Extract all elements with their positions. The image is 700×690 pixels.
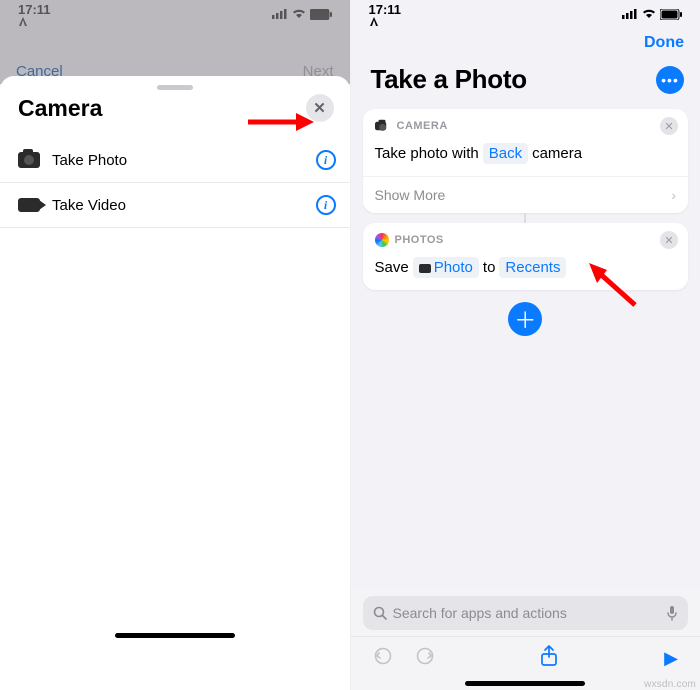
- close-icon: ✕: [664, 234, 673, 247]
- camera-icon: [419, 264, 431, 273]
- done-button[interactable]: Done: [644, 34, 684, 52]
- camera-icon: [18, 152, 40, 168]
- action-list: CAMERA ✕ Take photo with Back camera Sho…: [351, 109, 700, 336]
- show-more-button[interactable]: Show More ›: [363, 176, 689, 213]
- battery-icon: [660, 9, 682, 20]
- status-time: 17:11: [18, 2, 51, 27]
- info-icon[interactable]: i: [316, 195, 336, 215]
- run-button[interactable]: ▶: [664, 648, 678, 669]
- header: Take a Photo •••: [351, 52, 700, 109]
- card-app-name: CAMERA: [397, 120, 655, 132]
- action-connector: [524, 213, 526, 223]
- delete-action-button[interactable]: ✕: [660, 117, 678, 135]
- action-card-camera[interactable]: CAMERA ✕ Take photo with Back camera Sho…: [363, 109, 689, 213]
- album-param-token[interactable]: Recents: [499, 257, 566, 278]
- action-row-take-video[interactable]: Take Video i: [0, 183, 350, 228]
- wifi-icon: [642, 9, 656, 19]
- video-icon: [18, 198, 40, 212]
- nav-bar: Done: [351, 28, 700, 52]
- action-row-take-photo[interactable]: Take Photo i: [0, 138, 350, 183]
- close-icon: ✕: [664, 120, 673, 133]
- status-indicators: [622, 9, 682, 20]
- info-icon[interactable]: i: [316, 150, 336, 170]
- watermark: wxsdn.com: [644, 679, 696, 690]
- search-placeholder: Search for apps and actions: [393, 605, 567, 621]
- wifi-icon: [292, 9, 306, 19]
- battery-icon: [310, 9, 332, 20]
- cellular-icon: [622, 9, 638, 19]
- sheet-grabber[interactable]: [157, 85, 193, 90]
- action-description: Take photo with Back camera: [363, 135, 689, 176]
- home-indicator[interactable]: [465, 681, 585, 686]
- left-phone-screenshot: 17:11 Cancel Next Camera ✕ Take Pho: [0, 0, 351, 690]
- redo-button[interactable]: [415, 647, 435, 670]
- close-button[interactable]: ✕: [306, 94, 334, 122]
- card-app-name: PHOTOS: [395, 234, 655, 246]
- bottom-bar: Search for apps and actions ▶: [351, 588, 700, 690]
- status-bar: 17:11: [351, 0, 700, 28]
- delete-action-button[interactable]: ✕: [660, 231, 678, 249]
- status-bar: 17:11: [0, 0, 350, 28]
- close-icon: ✕: [313, 99, 326, 117]
- chevron-right-icon: ›: [671, 187, 676, 203]
- right-phone-screenshot: 17:11 Done Take a Photo ••• CAME: [351, 0, 700, 690]
- camera-app-icon: [375, 122, 386, 130]
- status-indicators: [272, 9, 332, 20]
- photo-param-token[interactable]: Photo: [413, 257, 479, 278]
- more-options-button[interactable]: •••: [656, 66, 684, 94]
- search-icon: [373, 606, 387, 620]
- search-field[interactable]: Search for apps and actions: [363, 596, 689, 630]
- home-indicator[interactable]: [115, 633, 235, 638]
- camera-param-token[interactable]: Back: [483, 143, 528, 164]
- photos-app-icon: [375, 233, 389, 247]
- plus-icon: ＋: [514, 303, 536, 335]
- status-time: 17:11: [369, 2, 402, 27]
- action-card-photos[interactable]: PHOTOS ✕ Save Photo to Recents: [363, 223, 689, 290]
- shortcut-title[interactable]: Take a Photo: [371, 64, 527, 95]
- undo-button[interactable]: [373, 647, 393, 670]
- microphone-icon[interactable]: [666, 605, 678, 621]
- ellipsis-icon: •••: [661, 72, 679, 88]
- redo-icon: [415, 647, 435, 665]
- share-button[interactable]: [540, 645, 558, 672]
- add-action-button[interactable]: ＋: [508, 302, 542, 336]
- action-picker-sheet: Camera ✕ Take Photo i Take Video i: [0, 76, 350, 690]
- sheet-title: Camera: [18, 95, 102, 122]
- undo-icon: [373, 647, 393, 665]
- play-icon: ▶: [664, 648, 678, 668]
- action-label: Take Photo: [52, 152, 304, 169]
- action-description: Save Photo to Recents: [363, 249, 689, 290]
- action-label: Take Video: [52, 197, 304, 214]
- share-icon: [540, 645, 558, 667]
- cellular-icon: [272, 9, 288, 19]
